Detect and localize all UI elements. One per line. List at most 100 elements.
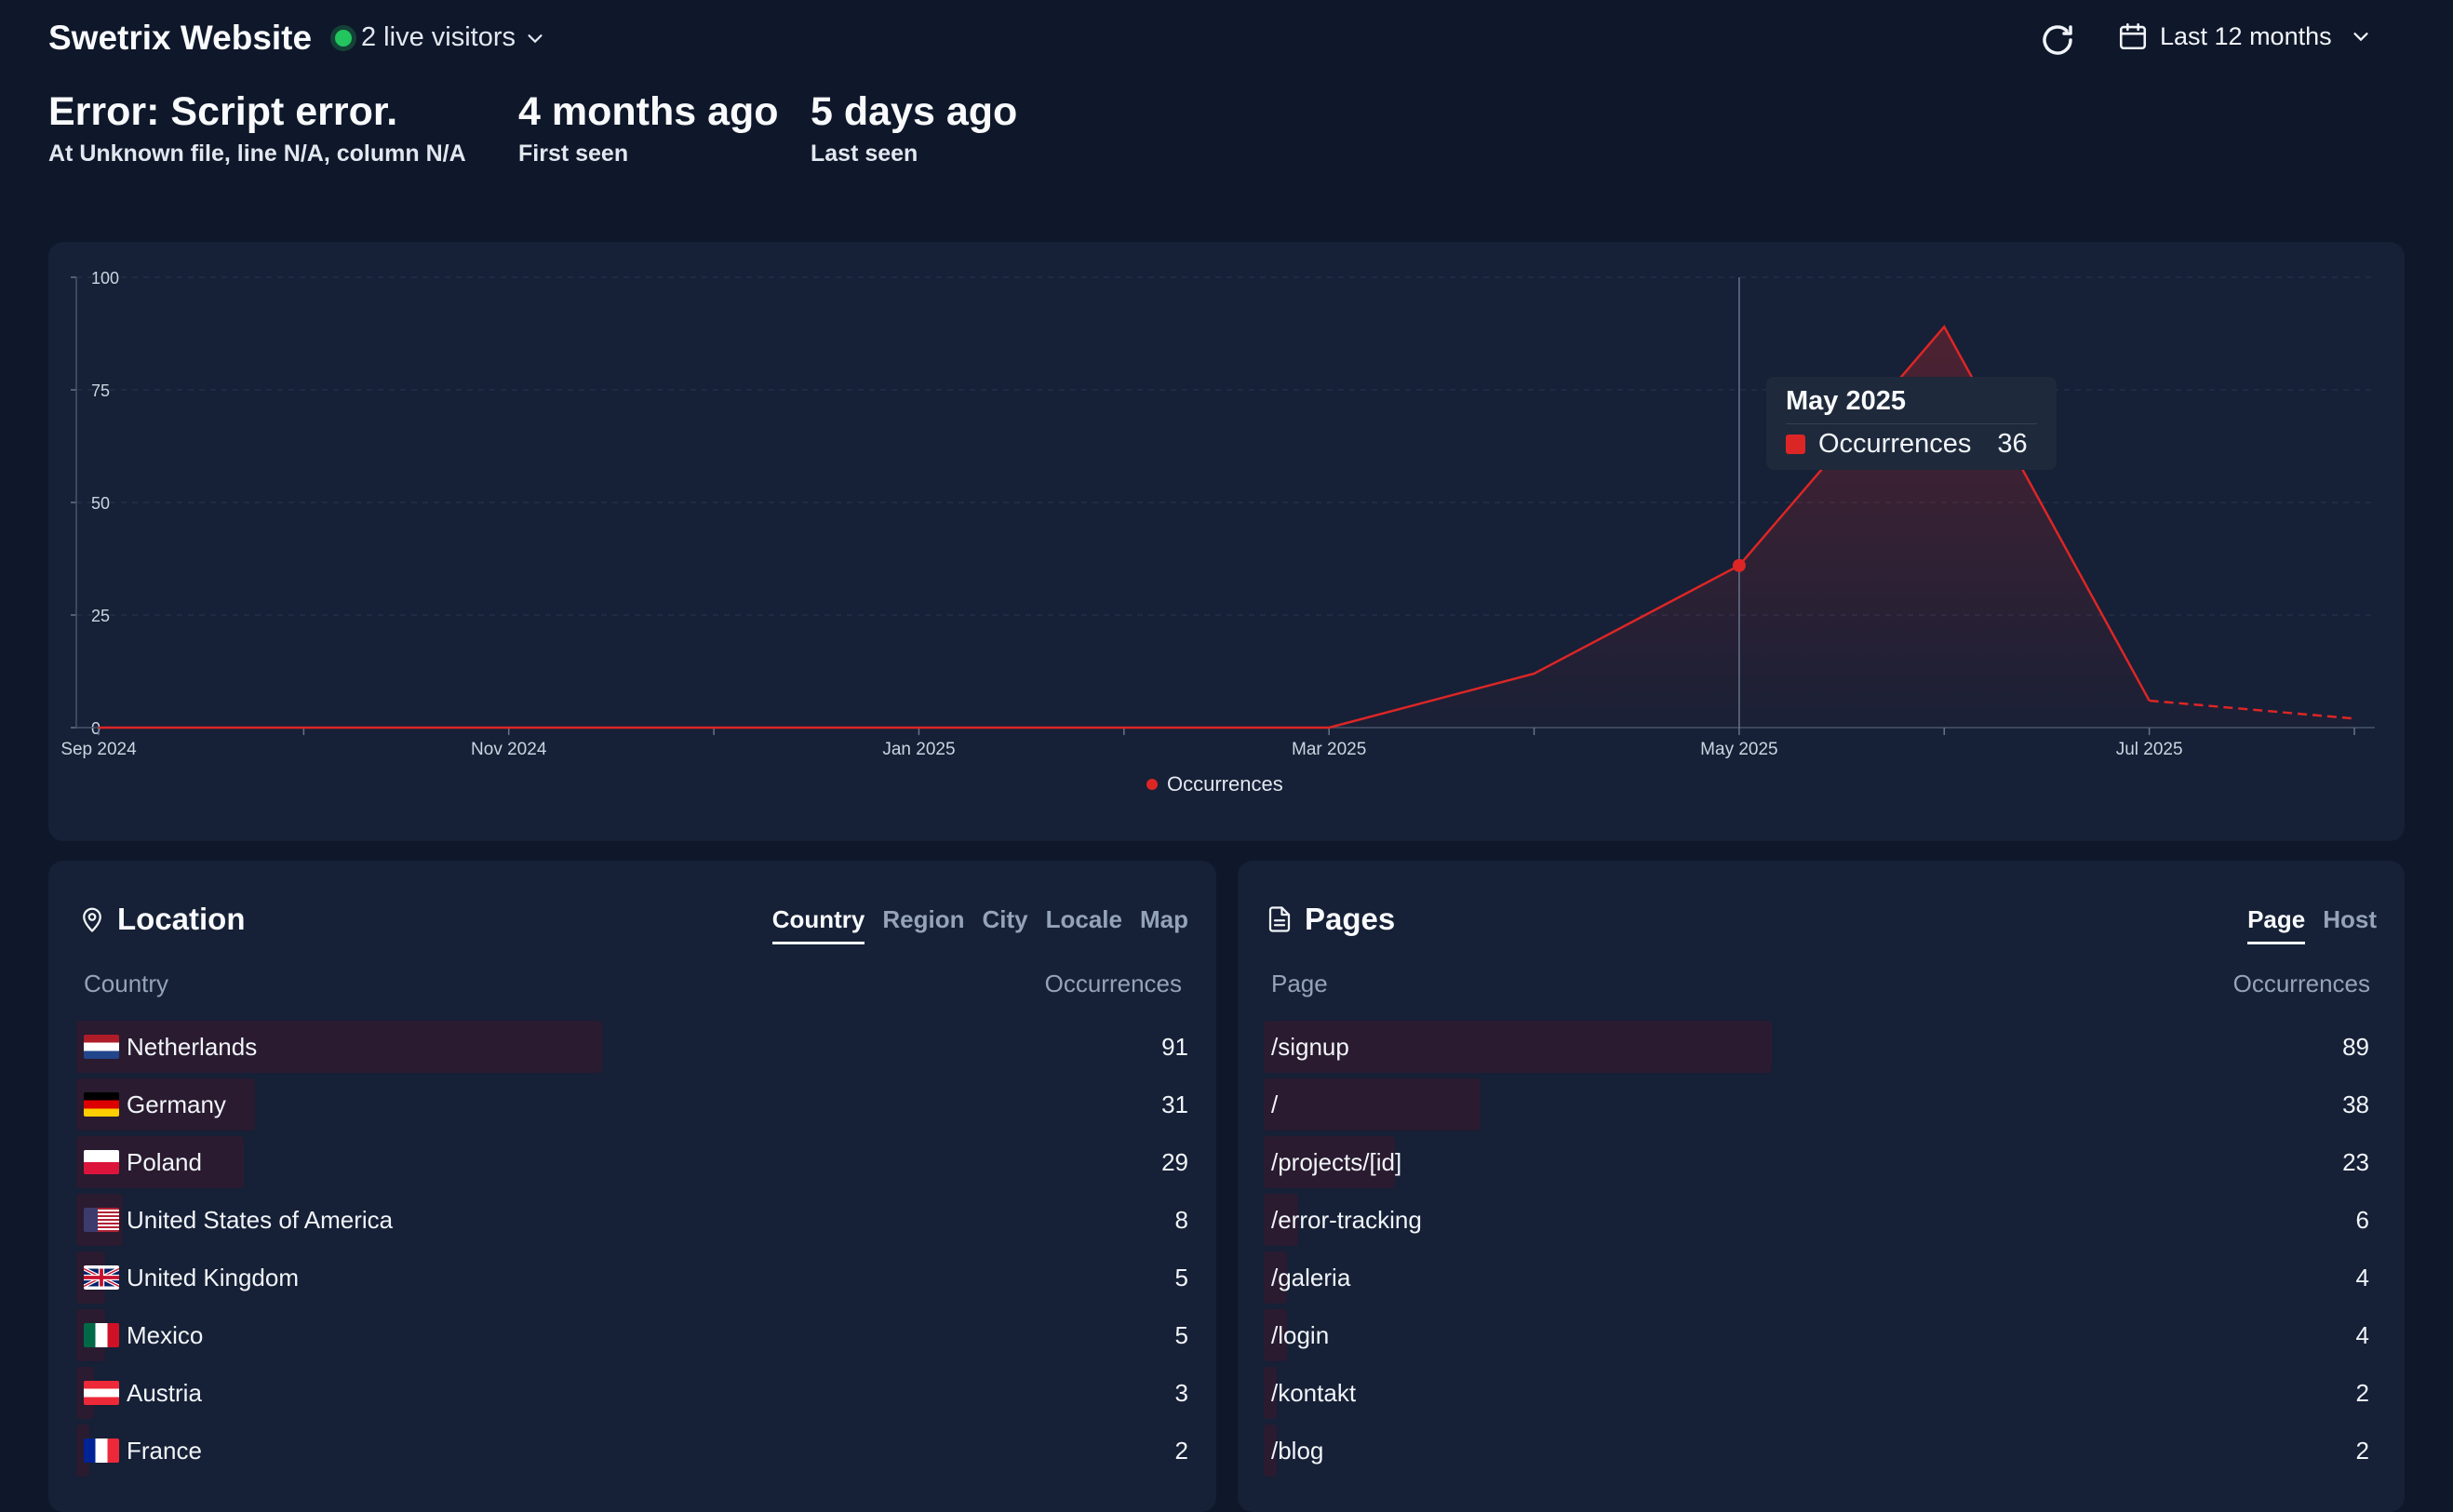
tab-country[interactable]: Country	[771, 905, 865, 944]
tab-host[interactable]: Host	[2323, 905, 2377, 944]
active-data-point	[1732, 558, 1746, 572]
pages-row-value: 89	[2342, 1032, 2369, 1061]
pages-row-label: /galeria	[1271, 1263, 1351, 1291]
legend-dot	[1146, 779, 1158, 790]
x-tick-label: Jan 2025	[882, 740, 955, 759]
location-row[interactable]: United Kingdom 5	[76, 1251, 1188, 1304]
location-row[interactable]: France 2	[76, 1425, 1188, 1477]
at-flag-icon	[84, 1381, 119, 1405]
pages-row[interactable]: / 38	[1264, 1078, 2369, 1131]
pages-column-header-value: Occurrences	[2232, 970, 2370, 997]
data-point[interactable]	[915, 724, 922, 731]
data-point[interactable]	[710, 724, 717, 731]
tooltip-swatch	[1786, 435, 1805, 454]
x-tick-label: Jul 2025	[2116, 740, 2183, 759]
pages-column-header-name: Page	[1271, 970, 1328, 997]
pages-row[interactable]: /galeria 4	[1264, 1251, 2369, 1304]
pages-row-label: /kontakt	[1271, 1378, 1357, 1407]
location-row-value: 5	[1174, 1263, 1188, 1291]
y-tick-label: 75	[91, 381, 110, 400]
pages-row-label: /blog	[1271, 1436, 1324, 1465]
location-row[interactable]: United States of America 8	[76, 1194, 1188, 1246]
pages-row[interactable]: /signup 89	[1264, 1021, 2369, 1073]
x-tick-label: Sep 2024	[60, 740, 137, 759]
y-tick-label: 25	[91, 607, 110, 625]
data-point[interactable]	[95, 724, 102, 731]
location-panel-title: Location	[78, 902, 246, 937]
location-panel: Location Country Region City Locale Map …	[48, 861, 1216, 1512]
pages-row[interactable]: /blog 2	[1264, 1425, 2369, 1477]
location-row-label: Netherlands	[127, 1032, 258, 1061]
pages-row-label: /signup	[1271, 1032, 1349, 1061]
pages-row-value: 38	[2342, 1090, 2369, 1118]
pages-row-value: 6	[2355, 1205, 2369, 1234]
location-row-label: Austria	[127, 1378, 202, 1407]
chart-legend[interactable]: Occurrences	[1146, 772, 1283, 796]
tab-locale[interactable]: Locale	[1046, 905, 1122, 944]
pages-row-label: /	[1271, 1090, 1279, 1118]
location-row-value: 2	[1174, 1436, 1188, 1465]
tooltip-divider	[1786, 423, 2037, 424]
location-row-value: 91	[1161, 1032, 1188, 1061]
chart-tooltip: May 2025 Occurrences 36	[1766, 377, 2057, 470]
pl-flag-icon	[84, 1150, 119, 1174]
pages-row-value: 2	[2355, 1436, 2369, 1465]
data-point[interactable]	[2351, 715, 2358, 722]
tooltip-series: Occurrences	[1818, 429, 1972, 459]
location-row-label: Poland	[127, 1147, 202, 1176]
x-tick-label: May 2025	[1700, 740, 1777, 759]
y-tick-label: 50	[91, 494, 110, 513]
data-point[interactable]	[300, 724, 307, 731]
occurrences-chart[interactable]: 0255075100Sep 2024 Nov 2024 Jan 2025 Mar 20…	[0, 0, 2453, 837]
location-row-label: Germany	[127, 1090, 226, 1118]
data-point[interactable]	[1325, 724, 1333, 731]
y-tick-label: 100	[91, 269, 119, 288]
us-flag-icon	[84, 1208, 119, 1232]
pages-row-value: 23	[2342, 1147, 2369, 1176]
map-pin-icon	[83, 907, 101, 932]
pages-row-value: 4	[2355, 1320, 2369, 1349]
fr-flag-icon	[84, 1438, 119, 1463]
mx-flag-icon	[84, 1323, 119, 1347]
de-flag-icon	[84, 1092, 119, 1117]
pages-row[interactable]: /projects/[id] 23	[1264, 1136, 2369, 1188]
data-point[interactable]	[1940, 323, 1948, 330]
tab-map[interactable]: Map	[1140, 905, 1188, 944]
data-point[interactable]	[1531, 670, 1538, 677]
pages-row[interactable]: /error-tracking 6	[1264, 1194, 2369, 1246]
location-row-label: Mexico	[127, 1320, 204, 1349]
pages-row-value: 4	[2355, 1263, 2369, 1291]
location-row-value: 5	[1174, 1320, 1188, 1349]
location-row[interactable]: Poland 29	[76, 1136, 1188, 1188]
tab-region[interactable]: Region	[882, 905, 964, 944]
pages-tabs: Page Host	[2247, 905, 2377, 944]
data-point[interactable]	[505, 724, 513, 731]
legend-label: Occurrences	[1167, 772, 1283, 796]
tooltip-value: 36	[1997, 429, 2028, 459]
x-tick-label: Mar 2025	[1292, 740, 1366, 759]
tab-city[interactable]: City	[983, 905, 1028, 944]
location-row-value: 3	[1174, 1378, 1188, 1407]
pages-row-label: /projects/[id]	[1271, 1147, 1402, 1176]
data-point[interactable]	[1120, 724, 1128, 731]
pages-panel: Pages Page Host Page Occurrences /signup…	[1238, 861, 2405, 1512]
location-title-label: Location	[117, 902, 246, 936]
location-row[interactable]: Mexico 5	[76, 1309, 1188, 1361]
location-row-label: United States of America	[127, 1205, 394, 1234]
location-column-header-value: Occurrences	[1044, 970, 1182, 997]
pages-row[interactable]: /login 4	[1264, 1309, 2369, 1361]
location-row[interactable]: Austria 3	[76, 1367, 1188, 1419]
location-row-value: 29	[1161, 1147, 1188, 1176]
location-row[interactable]: Germany 31	[76, 1078, 1188, 1131]
pages-row[interactable]: /kontakt 2	[1264, 1367, 2369, 1419]
location-row[interactable]: Netherlands 91	[76, 1021, 1188, 1073]
pages-row-bar	[1264, 1078, 1481, 1131]
pages-row-value: 2	[2355, 1378, 2369, 1407]
location-row-label: United Kingdom	[127, 1263, 299, 1291]
location-column-header-name: Country	[84, 970, 169, 997]
nl-flag-icon	[84, 1035, 119, 1059]
pages-row-label: /error-tracking	[1271, 1205, 1422, 1234]
data-point[interactable]	[2146, 697, 2153, 704]
tab-page[interactable]: Page	[2247, 905, 2306, 944]
x-tick-label: Nov 2024	[471, 740, 547, 759]
